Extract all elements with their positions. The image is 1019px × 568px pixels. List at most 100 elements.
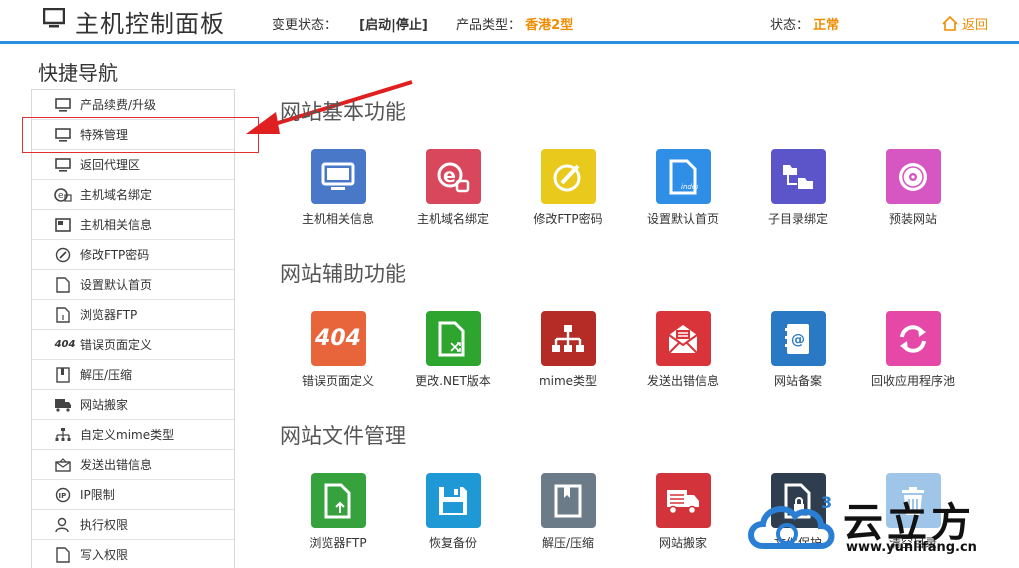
tile-recycle-app-pool[interactable]: 回收应用程序池 [863,311,963,389]
sidebar-item-agent-area[interactable]: 返回代理区 [32,150,234,180]
sidebar-item-archive[interactable]: 解压/压缩 [32,360,234,390]
tile-label: 设置默认首页 [646,212,719,226]
tile-net-version[interactable]: 更改.NET版本 [403,311,503,389]
sidebar-item-write-permission[interactable]: 写入权限 [32,540,234,568]
watermark-url: www.yunlifang.cn [846,540,977,555]
quick-nav-title: 快捷导航 [38,61,118,85]
sidebar-item-label: 修改FTP密码 [80,248,150,262]
tile-subdir-binding[interactable]: 子目录绑定 [748,149,848,227]
tile-site-filing[interactable]: @ 网站备案 [748,311,848,389]
section-title-auxiliary: 网站辅助功能 [280,262,406,286]
sidebar-item-ftp-password[interactable]: 修改FTP密码 [32,240,234,270]
refresh-icon [885,311,941,366]
tile-label: 发送出错信息 [646,374,719,388]
back-link[interactable]: 返回 [942,14,988,33]
sidebar-item-label: 发送出错信息 [80,458,153,472]
domain-icon: e [425,149,481,204]
sidebar-item-browser-ftp[interactable]: 浏览器FTP [32,300,234,330]
tile-label: 更改.NET版本 [415,374,491,388]
tile-ftp-password[interactable]: 修改FTP密码 [518,149,618,227]
change-status: 变更状态： [启动|停止] [272,14,428,33]
cloud-logo-icon: 3 [748,493,835,549]
watermark-logo: 3 云立方 www.yunlifang.cn [743,490,1008,562]
tile-label: 网站搬家 [658,536,707,550]
sidebar-item-renew[interactable]: 产品续费/升级 [32,90,234,120]
sidebar-item-label: 主机相关信息 [80,218,153,232]
sidebar-item-label: 网站搬家 [80,398,129,412]
info-icon [54,217,72,233]
tile-label: 浏览器FTP [309,536,367,550]
home-icon [942,16,958,31]
monitor-icon [43,8,65,28]
tile-label: 主机域名绑定 [416,212,489,226]
tile-default-page[interactable]: index 设置默认首页 [633,149,733,227]
tile-label: 网站备案 [773,374,822,388]
start-stop-toggle[interactable]: [启动|停止] [359,18,428,33]
sidebar-item-ip-limit[interactable]: IP IP限制 [32,480,234,510]
sidebar-item-label: 自定义mime类型 [80,428,175,442]
top-header: 主机控制面板 变更状态： [启动|停止] 产品类型： 香港2型 状态： 正常 返… [0,0,1019,44]
sidebar-item-label: 执行权限 [80,518,129,532]
tile-send-error[interactable]: 发送出错信息 [633,311,733,389]
archive-icon [54,366,72,383]
product-type: 产品类型： 香港2型 [456,14,573,33]
highlight-box [22,117,259,153]
tile-browser-ftp[interactable]: 浏览器FTP [288,473,388,551]
book-icon [540,473,596,528]
monitor-icon [54,157,72,173]
truck-icon [54,397,72,413]
svg-text:index: index [681,183,698,191]
section-title-basic: 网站基本功能 [280,100,406,124]
sidebar-item-label: 写入权限 [80,548,129,562]
tile-site-move[interactable]: 网站搬家 [633,473,733,551]
sidebar-item-mime[interactable]: 自定义mime类型 [32,420,234,450]
tile-archive[interactable]: 解压/压缩 [518,473,618,551]
page-title: 主机控制面板 [75,10,225,38]
tree-icon [540,311,596,366]
domain-icon: e [54,187,72,203]
mail-icon [655,311,711,366]
tile-host-info[interactable]: 主机相关信息 [288,149,388,227]
truck-icon [655,473,711,528]
product-type-value: 香港2型 [525,18,574,33]
tile-label: 主机相关信息 [301,212,374,226]
edit-icon [54,247,72,263]
sidebar-item-label: IP限制 [80,488,115,502]
tile-domain-binding[interactable]: e 主机域名绑定 [403,149,503,227]
sidebar-item-label: 错误页面定义 [80,338,153,352]
status-label: 状态： [770,18,810,33]
sidebar-item-error-page[interactable]: 404 错误页面定义 [32,330,234,360]
sidebar-item-exec-permission[interactable]: 执行权限 [32,510,234,540]
save-icon [425,473,481,528]
svg-text:e: e [443,165,456,187]
sidebar-item-site-move[interactable]: 网站搬家 [32,390,234,420]
host-status: 状态： 正常 [770,14,839,33]
svg-text:@: @ [791,332,805,348]
sidebar-item-label: 产品续费/升级 [80,98,157,112]
tile-mime-type[interactable]: mime类型 [518,311,618,389]
404-icon: 404 [310,311,366,366]
tile-preinstalled-site[interactable]: 预装网站 [863,149,963,227]
sidebar-item-domain-binding[interactable]: e 主机域名绑定 [32,180,234,210]
tile-label: 修改FTP密码 [533,212,603,226]
sidebar-item-send-error[interactable]: 发送出错信息 [32,450,234,480]
sidebar-item-host-info[interactable]: 主机相关信息 [32,210,234,240]
tile-label: 子目录绑定 [767,212,828,226]
sidebar-item-label: 返回代理区 [80,158,141,172]
file-switch-icon [425,311,481,366]
monitor-icon [310,149,366,204]
sidebar-item-default-page[interactable]: 设置默认首页 [32,270,234,300]
section-title-file-management: 网站文件管理 [280,424,406,448]
tree-icon [54,427,72,443]
back-label: 返回 [962,18,989,33]
ip-icon: IP [54,487,72,503]
disc-icon [885,149,941,204]
tile-error-page[interactable]: 404 错误页面定义 [288,311,388,389]
file-icon [54,306,72,323]
404-icon: 404 [54,339,76,350]
svg-text:IP: IP [59,492,67,500]
tile-restore-backup[interactable]: 恢复备份 [403,473,503,551]
index-file-icon: index [655,149,711,204]
file-icon [54,546,72,563]
folder-tree-icon [770,149,826,204]
